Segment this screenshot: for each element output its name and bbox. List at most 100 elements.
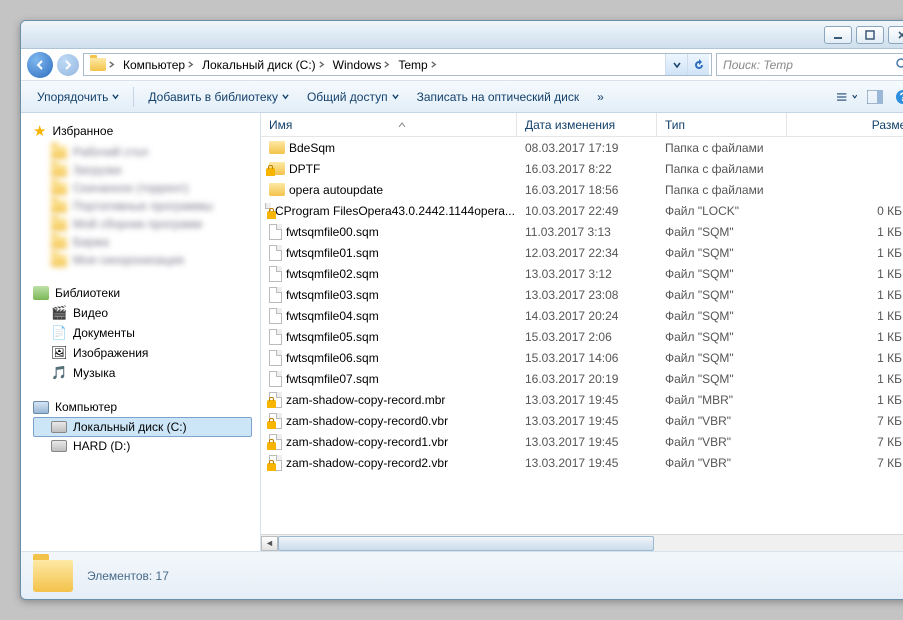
- sidebar-drive-item[interactable]: Локальный диск (C:): [33, 417, 252, 437]
- file-row[interactable]: zam-shadow-copy-record1.vbr13.03.2017 19…: [261, 431, 903, 452]
- file-row[interactable]: fwtsqmfile06.sqm15.03.2017 14:06Файл "SQ…: [261, 347, 903, 368]
- burn-button[interactable]: Записать на оптический диск: [409, 86, 588, 108]
- sidebar-favorite-item[interactable]: Портативные программы: [33, 197, 260, 215]
- file-row[interactable]: fwtsqmfile07.sqm16.03.2017 20:19Файл "SQ…: [261, 368, 903, 389]
- col-date[interactable]: Дата изменения: [517, 113, 657, 136]
- forward-button[interactable]: [57, 54, 79, 76]
- folder-icon: [51, 200, 67, 213]
- sidebar-favorite-item[interactable]: Моя синхронизация: [33, 251, 260, 269]
- add-library-button[interactable]: Добавить в библиотеку: [140, 86, 297, 108]
- file-row[interactable]: CProgram FilesOpera43.0.2442.1144opera..…: [261, 200, 903, 221]
- file-size: 0 КБ: [787, 204, 903, 218]
- sidebar-favorite-item[interactable]: Биржа: [33, 233, 260, 251]
- file-row[interactable]: BdeSqm08.03.2017 17:19Папка с файлами: [261, 137, 903, 158]
- toolbar: Упорядочить Добавить в библиотеку Общий …: [21, 81, 903, 113]
- folder-icon: [33, 560, 73, 592]
- file-name: CProgram FilesOpera43.0.2442.1144opera..…: [275, 204, 515, 218]
- file-type: Файл "MBR": [657, 393, 787, 407]
- view-options-button[interactable]: [836, 87, 858, 107]
- address-dropdown[interactable]: [665, 54, 687, 75]
- sidebar-library-item[interactable]: 🎬Видео: [33, 303, 260, 323]
- search-input[interactable]: Поиск: Temp: [716, 53, 903, 76]
- organize-button[interactable]: Упорядочить: [29, 86, 127, 108]
- file-row[interactable]: zam-shadow-copy-record.mbr13.03.2017 19:…: [261, 389, 903, 410]
- sidebar-favorite-item[interactable]: Рабочий стол: [33, 143, 260, 161]
- file-name: zam-shadow-copy-record.mbr: [286, 393, 445, 407]
- sidebar-library-item[interactable]: 🖼Изображения: [33, 343, 260, 363]
- star-icon: ★: [33, 122, 46, 140]
- file-icon: [269, 266, 282, 282]
- file-row[interactable]: zam-shadow-copy-record2.vbr13.03.2017 19…: [261, 452, 903, 473]
- preview-pane-button[interactable]: [864, 87, 886, 107]
- help-button[interactable]: ?: [892, 87, 903, 107]
- address-bar[interactable]: Компьютер Локальный диск (C:) Windows Te…: [83, 53, 712, 76]
- file-type: Файл "VBR": [657, 435, 787, 449]
- file-row[interactable]: fwtsqmfile02.sqm13.03.2017 3:12Файл "SQM…: [261, 263, 903, 284]
- folder-icon: [51, 236, 67, 249]
- file-row[interactable]: DPTF16.03.2017 8:22Папка с файлами: [261, 158, 903, 179]
- breadcrumb-seg-1[interactable]: Локальный диск (C:): [198, 54, 329, 75]
- sidebar-favorite-item[interactable]: Скачанное (торрент): [33, 179, 260, 197]
- file-name: fwtsqmfile02.sqm: [286, 267, 379, 281]
- scroll-thumb[interactable]: [278, 536, 654, 551]
- file-date: 16.03.2017 8:22: [517, 162, 657, 176]
- sidebar-favorite-item[interactable]: Мой сборник программ: [33, 215, 260, 233]
- file-icon: [269, 413, 282, 429]
- breadcrumb-seg-3[interactable]: Temp: [394, 54, 440, 75]
- file-row[interactable]: zam-shadow-copy-record0.vbr13.03.2017 19…: [261, 410, 903, 431]
- file-row[interactable]: fwtsqmfile03.sqm13.03.2017 23:08Файл "SQ…: [261, 284, 903, 305]
- minimize-button[interactable]: [824, 26, 852, 44]
- file-size: 1 КБ: [787, 351, 903, 365]
- file-icon: [269, 455, 282, 471]
- file-type: Файл "SQM": [657, 225, 787, 239]
- file-type: Файл "SQM": [657, 351, 787, 365]
- status-text: Элементов: 17: [87, 569, 169, 583]
- file-size: 7 КБ: [787, 435, 903, 449]
- file-icon: [269, 434, 282, 450]
- horizontal-scrollbar[interactable]: ◄ ►: [261, 534, 903, 551]
- file-type: Файл "SQM": [657, 330, 787, 344]
- refresh-button[interactable]: [687, 54, 709, 75]
- back-button[interactable]: [27, 52, 53, 78]
- breadcrumb-seg-0[interactable]: Компьютер: [119, 54, 198, 75]
- breadcrumb-label: Компьютер: [123, 58, 185, 72]
- file-icon: [269, 203, 271, 219]
- file-row[interactable]: fwtsqmfile04.sqm14.03.2017 20:24Файл "SQ…: [261, 305, 903, 326]
- file-name: fwtsqmfile07.sqm: [286, 372, 379, 386]
- maximize-button[interactable]: [856, 26, 884, 44]
- favorites-header[interactable]: ★Избранное: [33, 119, 260, 143]
- close-button[interactable]: [888, 26, 903, 44]
- file-icon: [269, 287, 282, 303]
- file-row[interactable]: opera autoupdate16.03.2017 18:56Папка с …: [261, 179, 903, 200]
- breadcrumb-root[interactable]: [86, 54, 119, 75]
- breadcrumb-label: Локальный диск (C:): [202, 58, 316, 72]
- file-row[interactable]: fwtsqmfile00.sqm11.03.2017 3:13Файл "SQM…: [261, 221, 903, 242]
- sidebar-library-item[interactable]: 🎵Музыка: [33, 363, 260, 383]
- file-type: Папка с файлами: [657, 141, 787, 155]
- file-row[interactable]: fwtsqmfile01.sqm12.03.2017 22:34Файл "SQ…: [261, 242, 903, 263]
- share-button[interactable]: Общий доступ: [299, 86, 407, 108]
- breadcrumb-seg-2[interactable]: Windows: [329, 54, 395, 75]
- file-name: opera autoupdate: [289, 183, 383, 197]
- file-list-pane: Имя Дата изменения Тип Размер BdeSqm08.0…: [261, 113, 903, 551]
- file-icon: [269, 350, 282, 366]
- libraries-header[interactable]: Библиотеки: [33, 283, 260, 303]
- sidebar-library-item[interactable]: 📄Документы: [33, 323, 260, 343]
- lock-overlay-icon: [267, 442, 276, 450]
- scroll-left-button[interactable]: ◄: [261, 536, 278, 551]
- toolbar-overflow[interactable]: »: [589, 86, 612, 108]
- col-name[interactable]: Имя: [261, 113, 517, 136]
- sidebar-drive-item[interactable]: HARD (D:): [33, 437, 260, 455]
- file-size: 1 КБ: [787, 372, 903, 386]
- col-type[interactable]: Тип: [657, 113, 787, 136]
- file-date: 15.03.2017 2:06: [517, 330, 657, 344]
- file-date: 11.03.2017 3:13: [517, 225, 657, 239]
- disk-icon: [51, 440, 67, 452]
- library-type-icon: 🖼: [51, 345, 67, 361]
- file-name: zam-shadow-copy-record1.vbr: [286, 435, 448, 449]
- file-row[interactable]: fwtsqmfile05.sqm15.03.2017 2:06Файл "SQM…: [261, 326, 903, 347]
- library-type-icon: 🎵: [51, 365, 67, 381]
- computer-header[interactable]: Компьютер: [33, 397, 260, 417]
- col-size[interactable]: Размер: [787, 113, 903, 136]
- sidebar-favorite-item[interactable]: Загрузки: [33, 161, 260, 179]
